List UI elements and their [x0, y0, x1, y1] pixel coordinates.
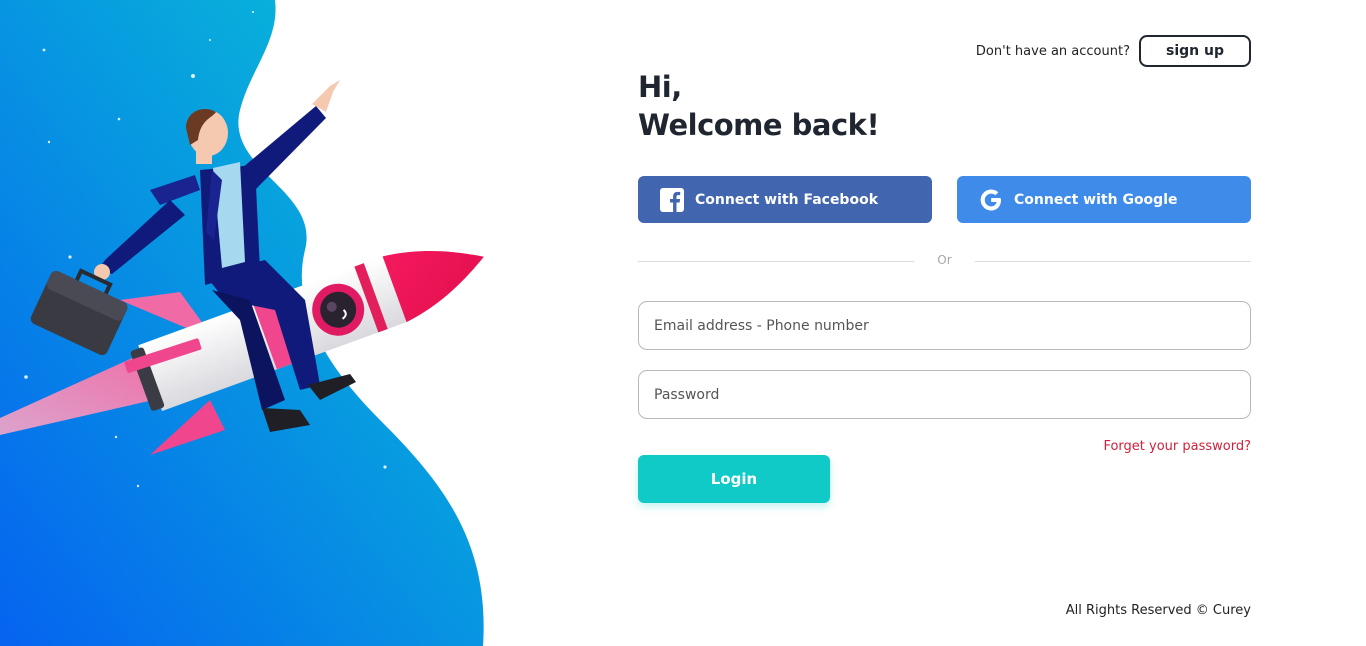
- google-login-button[interactable]: Connect with Google: [957, 176, 1251, 223]
- divider-label: Or: [937, 253, 952, 267]
- signup-button[interactable]: sign up: [1139, 35, 1251, 67]
- footer-copyright: All Rights Reserved © Curey: [1065, 603, 1251, 618]
- or-divider: Or: [638, 251, 1251, 271]
- divider-line-right: [975, 261, 1251, 262]
- facebook-login-label: Connect with Facebook: [695, 191, 879, 208]
- signup-prompt: Don't have an account?: [975, 43, 1130, 59]
- google-icon: [978, 187, 1004, 213]
- password-input[interactable]: [638, 370, 1251, 419]
- login-page: Don't have an account? sign up Hi, Welco…: [0, 0, 1366, 646]
- forgot-password-link[interactable]: Forget your password?: [1103, 439, 1251, 454]
- rocket-illustration: [0, 0, 484, 646]
- login-button[interactable]: Login: [638, 455, 830, 503]
- email-input[interactable]: [638, 301, 1251, 350]
- greeting-line-2: Welcome back!: [638, 108, 880, 142]
- signup-row: Don't have an account? sign up: [976, 35, 1251, 67]
- facebook-icon: [659, 187, 685, 213]
- greeting-line-1: Hi,: [638, 70, 682, 104]
- facebook-login-button[interactable]: Connect with Facebook: [638, 176, 932, 223]
- google-login-label: Connect with Google: [1014, 191, 1178, 208]
- page-title: Hi, Welcome back!: [638, 68, 880, 144]
